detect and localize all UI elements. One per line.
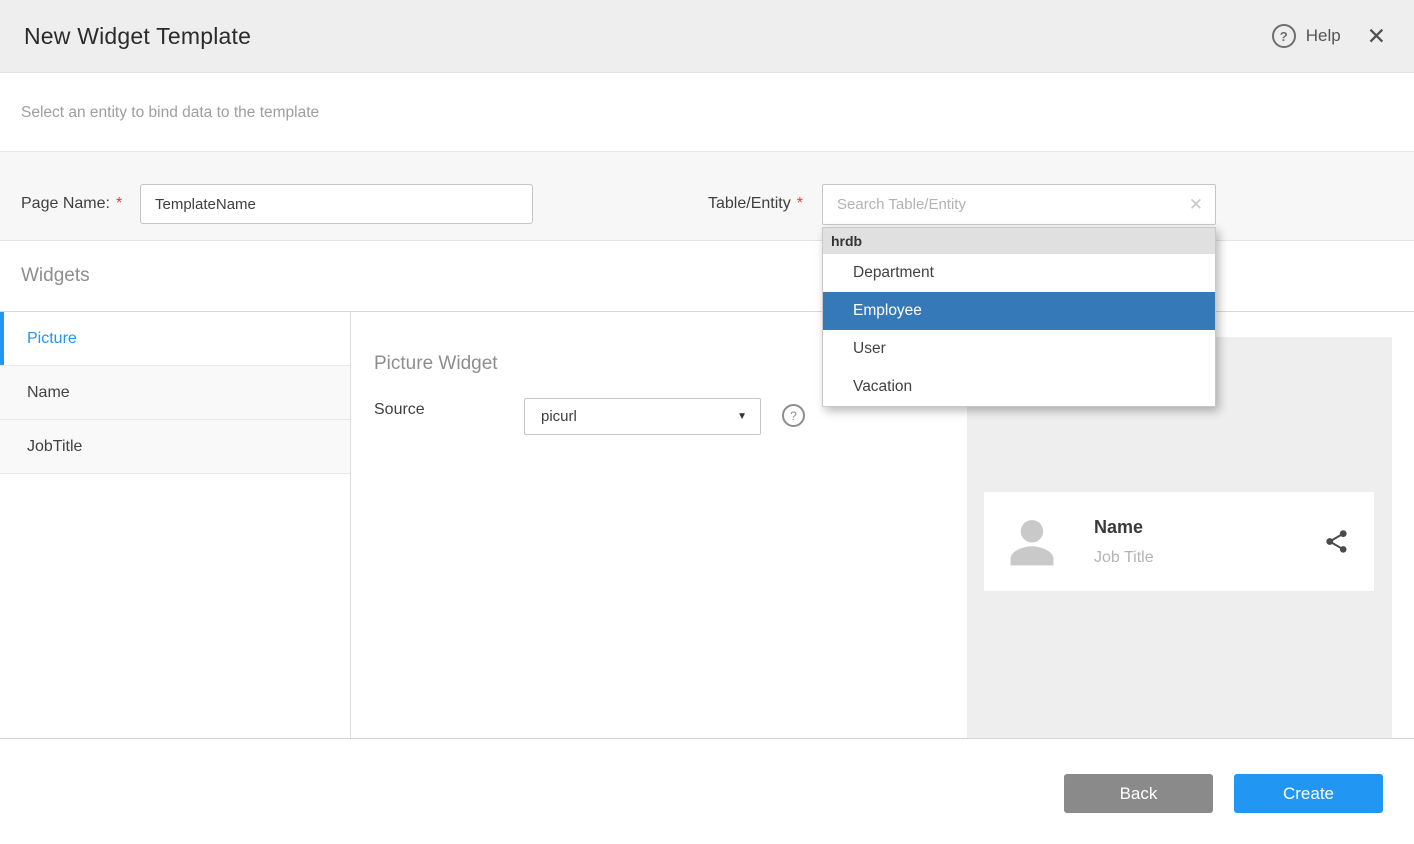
sidebar-item-jobtitle[interactable]: JobTitle <box>0 420 350 474</box>
widgets-heading: Widgets <box>21 265 90 287</box>
person-icon <box>1004 514 1060 570</box>
preview-job-title: Job Title <box>1094 549 1154 567</box>
preview-card-text: Name Job Title <box>1094 517 1154 567</box>
table-entity-search-input[interactable] <box>823 196 1183 213</box>
subtitle-bar: Select an entity to bind data to the tem… <box>0 74 1414 151</box>
close-icon[interactable]: ✕ <box>1367 25 1386 48</box>
create-button[interactable]: Create <box>1234 774 1383 813</box>
dropdown-item-user[interactable]: User <box>823 330 1215 368</box>
help-button[interactable]: ? Help <box>1272 24 1341 48</box>
required-mark: * <box>116 195 122 212</box>
help-icon: ? <box>1272 24 1296 48</box>
required-mark: * <box>797 195 803 212</box>
dropdown-item-vacation[interactable]: Vacation <box>823 368 1215 406</box>
source-select-value: picurl <box>541 408 577 425</box>
page-name-label: Page Name:* <box>21 195 122 213</box>
dropdown-item-department[interactable]: Department <box>823 254 1215 292</box>
entity-form-row: Page Name:* Table/Entity* ✕ hrdb Departm… <box>0 151 1414 241</box>
source-help-icon[interactable]: ? <box>782 404 805 427</box>
sidebar-item-name[interactable]: Name <box>0 366 350 420</box>
sidebar-item-label: Name <box>27 384 70 402</box>
widgets-sidebar: Picture Name JobTitle <box>0 312 351 738</box>
dropdown-item-employee[interactable]: Employee <box>823 292 1215 330</box>
table-entity-label: Table/Entity* <box>708 195 803 213</box>
header-actions: ? Help ✕ <box>1272 24 1386 48</box>
preview-card: Name Job Title <box>984 492 1374 591</box>
source-label: Source <box>374 401 425 419</box>
back-button[interactable]: Back <box>1064 774 1213 813</box>
page-name-input[interactable] <box>140 184 533 224</box>
sidebar-item-label: Picture <box>27 330 77 348</box>
dialog-footer: Back Create <box>0 738 1414 844</box>
clear-search-icon[interactable]: ✕ <box>1183 196 1215 213</box>
share-icon[interactable] <box>1323 528 1350 555</box>
sidebar-item-picture[interactable]: Picture <box>0 312 350 366</box>
chevron-down-icon: ▼ <box>737 411 747 422</box>
source-select[interactable]: picurl ▼ <box>524 398 761 435</box>
help-label: Help <box>1306 26 1341 46</box>
preview-name: Name <box>1094 517 1154 538</box>
new-widget-template-dialog: New Widget Template ? Help ✕ Select an e… <box>0 0 1414 844</box>
dialog-header: New Widget Template ? Help ✕ <box>0 0 1414 73</box>
sidebar-item-label: JobTitle <box>27 438 82 456</box>
dropdown-group-header: hrdb <box>823 228 1215 254</box>
dialog-title: New Widget Template <box>24 23 251 50</box>
picture-widget-title: Picture Widget <box>374 353 498 375</box>
table-entity-dropdown: hrdb Department Employee User Vacation <box>822 227 1216 407</box>
table-entity-search: ✕ <box>822 184 1216 225</box>
subtitle-text: Select an entity to bind data to the tem… <box>21 104 319 122</box>
